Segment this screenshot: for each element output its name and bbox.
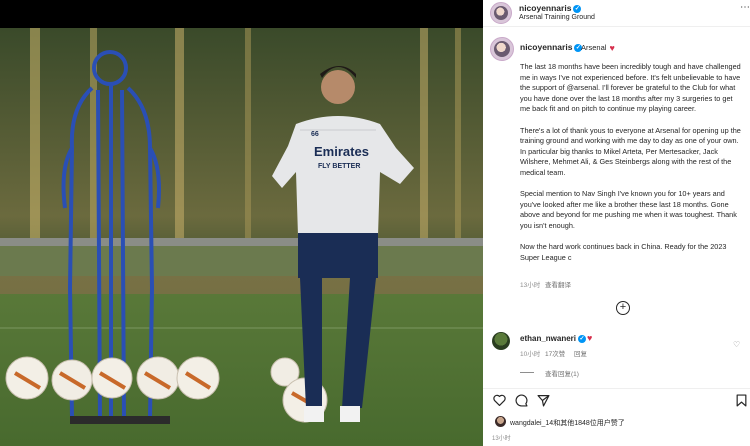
- shirt-sponsor-text: Emirates: [314, 144, 369, 159]
- post-location[interactable]: Arsenal Training Ground: [519, 14, 595, 21]
- comment-username[interactable]: ethan_nwaneri ✓: [520, 334, 587, 343]
- training-photo-illustration: Emirates FLY BETTER 66: [0, 28, 483, 446]
- comment-likes-count[interactable]: 17次赞: [545, 348, 565, 358]
- verified-icon: ✓: [573, 4, 582, 13]
- liker-avatar[interactable]: [495, 416, 506, 427]
- actions-divider: [483, 388, 750, 389]
- shirt-sponsor-subtext: FLY BETTER: [318, 163, 360, 170]
- heart-emoji-icon: ♥: [609, 43, 615, 54]
- post-actions-bar: [483, 393, 750, 411]
- comment-icon[interactable]: [514, 393, 528, 407]
- like-icon[interactable]: [492, 393, 506, 407]
- save-icon[interactable]: [734, 393, 748, 407]
- post-caption: The last 18 months have been incredibly …: [520, 62, 744, 274]
- share-icon[interactable]: [536, 393, 550, 407]
- verified-icon: ✓: [578, 334, 587, 343]
- see-translation-link[interactable]: 查看翻译: [545, 279, 571, 289]
- caption-author-avatar[interactable]: [490, 37, 514, 61]
- caption-timestamp: 13小时: [520, 282, 541, 289]
- post-header: nicoyennaris ✓ Arsenal Training Ground ⋯: [483, 0, 750, 27]
- view-replies-line: [520, 372, 534, 373]
- post-timestamp: 13小时: [492, 436, 511, 442]
- caption-paragraph: The last 18 months have been incredibly …: [520, 62, 741, 114]
- caption-paragraph: Special mention to Nav Singh I've known …: [520, 189, 737, 230]
- comment-timestamp: 10小时: [520, 351, 541, 358]
- caption-paragraph: There's a lot of thank yous to everyone …: [520, 125, 741, 177]
- top-bar: [0, 0, 483, 28]
- comment-like-icon[interactable]: ♡: [733, 340, 740, 349]
- commenter-avatar[interactable]: [492, 332, 510, 350]
- view-replies-link[interactable]: 查看回复(1): [545, 368, 579, 378]
- post-sidebar: nicoyennaris ✓ Arsenal Training Ground ⋯ …: [483, 0, 750, 446]
- caption-paragraph: Now the hard work continues back in Chin…: [520, 242, 727, 262]
- comment-reply-link[interactable]: 回复: [574, 348, 587, 358]
- shirt-number-text: 66: [311, 131, 319, 138]
- comment-heart-emoji-icon: ♥: [587, 333, 593, 343]
- likes-summary[interactable]: wangdalei_14和其他1848位用户赞了: [510, 418, 625, 428]
- caption-tag: Arsenal ♥: [581, 43, 615, 54]
- post-photo[interactable]: Emirates FLY BETTER 66: [0, 28, 483, 446]
- load-more-comments-icon[interactable]: +: [616, 301, 630, 315]
- caption-author[interactable]: nicoyennaris ✓: [520, 42, 583, 52]
- more-options-icon[interactable]: ⋯: [740, 2, 750, 13]
- author-avatar[interactable]: [490, 2, 512, 24]
- author-username[interactable]: nicoyennaris ✓: [519, 3, 582, 13]
